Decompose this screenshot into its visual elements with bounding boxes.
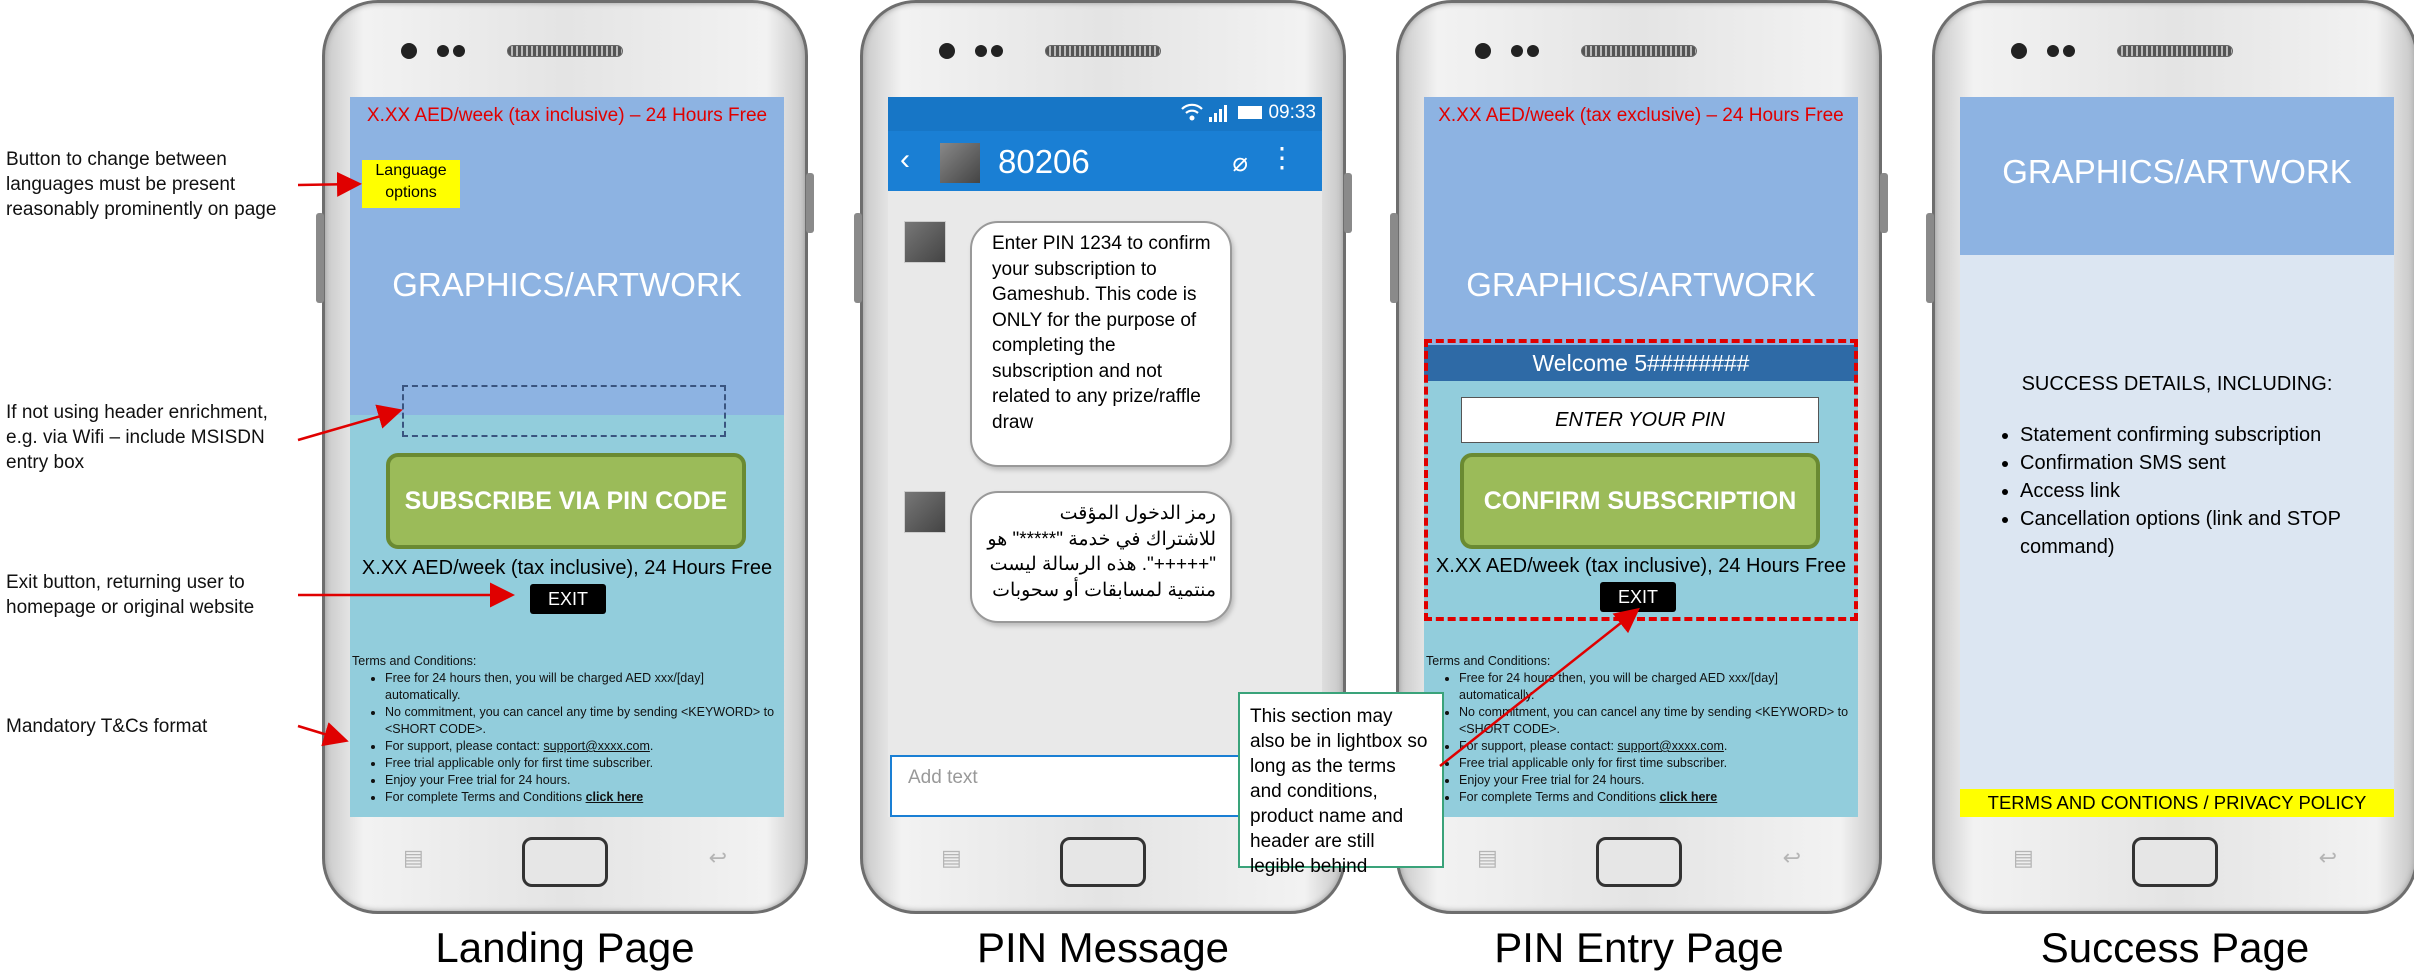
arrow-msisdn	[297, 404, 403, 442]
arrow-lightbox	[1439, 607, 1640, 767]
arrow-language	[297, 171, 362, 197]
annotation-arrows	[297, 171, 1640, 767]
arrow-tcs	[297, 722, 349, 747]
